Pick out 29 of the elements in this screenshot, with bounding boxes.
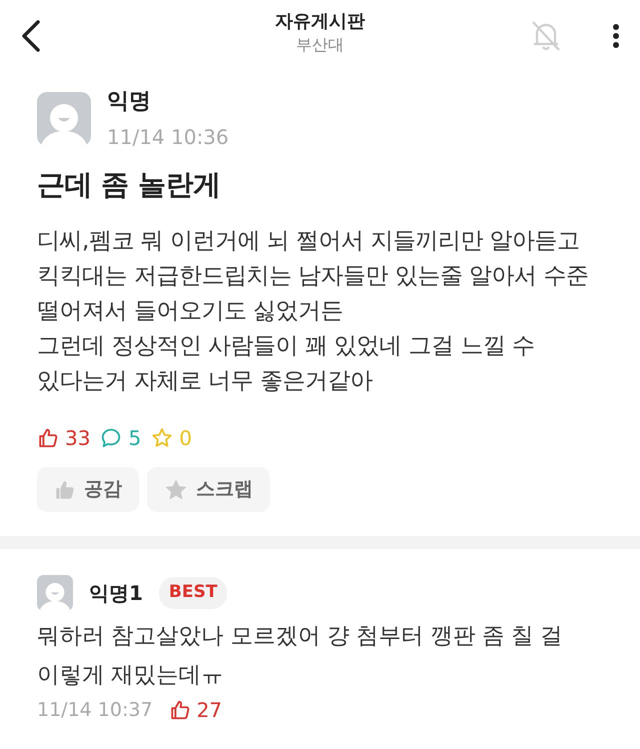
avatar-icon bbox=[37, 575, 73, 611]
best-badge: BEST bbox=[158, 577, 228, 609]
star-icon bbox=[164, 478, 188, 502]
back-icon bbox=[20, 19, 42, 53]
thumbs-up-icon bbox=[54, 478, 76, 500]
like-button[interactable]: 공감 bbox=[37, 467, 139, 512]
board-subtitle: 부산대 bbox=[295, 34, 345, 56]
more-button[interactable] bbox=[612, 23, 620, 49]
author-name: 익명 bbox=[107, 88, 152, 116]
scrap-button[interactable]: 스크랩 bbox=[147, 467, 270, 512]
thumbs-up-icon bbox=[37, 427, 59, 449]
comment-time: 11/14 10:37 bbox=[37, 698, 153, 723]
scrap-count: 0 bbox=[179, 425, 192, 452]
back-button[interactable] bbox=[20, 19, 42, 53]
speech-bubble-icon bbox=[100, 427, 122, 449]
like-count: 33 bbox=[65, 425, 90, 452]
star-icon bbox=[151, 427, 174, 449]
comment-text: 뭐하러 참고살았나 모르겠어 걍 첨부터 깽판 좀 칠 걸 이렇게 재밌는데ㅠ bbox=[37, 622, 564, 690]
post-title: 근데 좀 놀란게 bbox=[37, 167, 222, 203]
post-time: 11/14 10:36 bbox=[107, 124, 229, 150]
post-paragraph: 디씨,펨코 뭐 이런거에 뇌 쩔어서 지들끼리만 알아듣고 킥킥대는 저급한드립치는 남자들만 있는줄 알아서 수준 떨어져서 들어오기도 싫었거든 bbox=[37, 227, 590, 326]
commenter-name: 익명1 bbox=[89, 580, 143, 606]
comment-count: 5 bbox=[128, 425, 142, 452]
like-count: 27 bbox=[196, 697, 222, 724]
avatar-icon bbox=[37, 92, 91, 146]
post-paragraph: 그런데 정상적인 사람들이 꽤 있었네 그걸 느낄 수 있다는거 자체로 너무 좋은거같아 bbox=[37, 332, 536, 396]
thumbs-up-icon bbox=[168, 699, 191, 721]
menu-icon bbox=[612, 23, 620, 49]
board-title: 자유게시판 bbox=[275, 10, 365, 34]
